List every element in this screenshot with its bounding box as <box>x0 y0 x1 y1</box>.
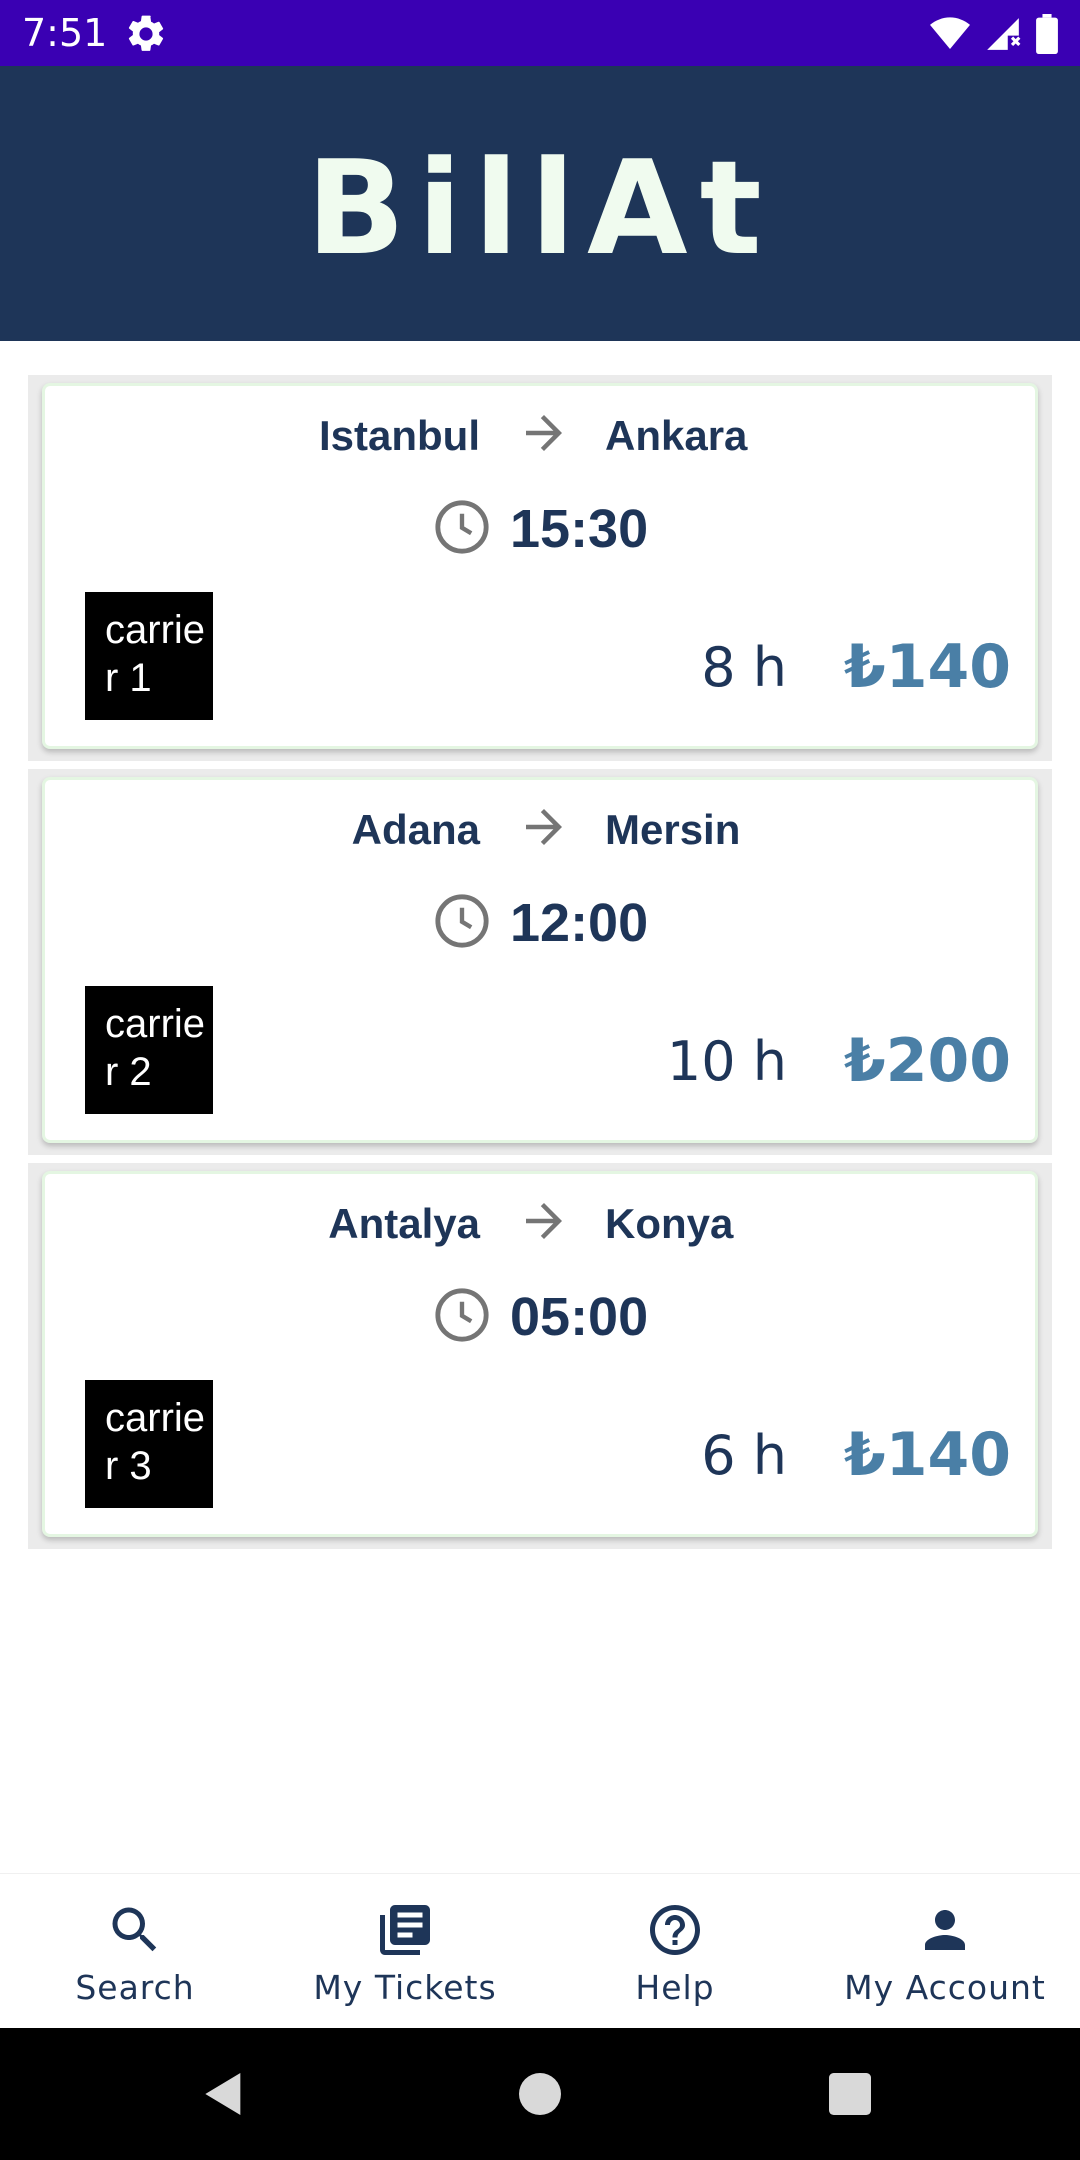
departure-time: 15:30 <box>510 499 649 559</box>
help-icon <box>650 1905 700 1955</box>
route: Adana Mersin <box>45 800 1035 860</box>
origin-city: Antalya <box>328 1200 480 1247</box>
arrow-right-icon <box>526 1203 562 1239</box>
trip-card[interactable]: Antalya Konya 05:00 carrier 3 6 h ₺140 <box>28 1163 1052 1549</box>
search-icon <box>112 1907 157 1952</box>
route: Istanbul Ankara <box>45 406 1035 466</box>
arrow-right-icon <box>526 415 562 451</box>
trip-price: ₺140 <box>844 1420 1011 1490</box>
nav-item-my-tickets[interactable]: My Tickets <box>270 1874 540 2028</box>
battery-icon <box>1036 14 1058 54</box>
route: Antalya Konya <box>45 1194 1035 1254</box>
nav-label-my-account: My Account <box>844 1968 1046 2007</box>
departure-time: 05:00 <box>510 1287 649 1347</box>
status-icons <box>930 12 1058 56</box>
system-navigation-bar <box>0 2028 1080 2160</box>
carrier-logo: carrier 2 <box>85 986 213 1114</box>
clock-icon <box>435 500 489 554</box>
recents-icon[interactable] <box>822 2066 878 2122</box>
origin-city: Adana <box>351 806 480 853</box>
departure-time: 12:00 <box>510 893 649 953</box>
status-time: 7:51 <box>22 11 108 55</box>
trip-duration: 6 h <box>701 1424 787 1487</box>
nav-item-help[interactable]: Help <box>540 1874 810 2028</box>
trip-card-body[interactable]: Istanbul Ankara 15:30 carrier 1 8 h ₺140 <box>42 383 1038 749</box>
clock-icon <box>435 894 489 948</box>
tickets-icon <box>380 1905 430 1955</box>
nav-label-search: Search <box>75 1968 195 2007</box>
app-title: BillAt <box>306 131 774 284</box>
destination-city: Mersin <box>605 806 741 853</box>
trip-card-body[interactable]: Antalya Konya 05:00 carrier 3 6 h ₺140 <box>42 1171 1038 1537</box>
status-bar: 7:51 <box>0 0 1080 66</box>
wifi-icon <box>930 17 970 49</box>
account-icon <box>925 1910 965 1950</box>
nav-label-help: Help <box>635 1968 715 2007</box>
trip-card[interactable]: Adana Mersin 12:00 carrier 2 10 h ₺200 <box>28 769 1052 1155</box>
bottom-navigation: Search My Tickets Help My Account <box>0 1873 1080 2028</box>
nav-label-my-tickets: My Tickets <box>313 1968 497 2007</box>
trip-price: ₺140 <box>844 632 1011 702</box>
trip-price: ₺200 <box>844 1026 1011 1096</box>
clock-icon <box>435 1288 489 1342</box>
settings-gear-icon <box>128 15 164 51</box>
destination-city: Ankara <box>605 412 748 459</box>
departure-row: 05:00 <box>45 1282 1035 1352</box>
trip-card-body[interactable]: Adana Mersin 12:00 carrier 2 10 h ₺200 <box>42 777 1038 1143</box>
signal-icon <box>987 18 1021 50</box>
nav-item-my-account[interactable]: My Account <box>810 1874 1080 2028</box>
departure-row: 15:30 <box>45 494 1035 564</box>
destination-city: Konya <box>605 1200 734 1247</box>
app-bar: BillAt <box>0 66 1080 341</box>
trip-duration: 8 h <box>701 636 787 699</box>
carrier-logo: carrier 1 <box>85 592 213 720</box>
carrier-logo: carrier 3 <box>85 1380 213 1508</box>
trip-card[interactable]: Istanbul Ankara 15:30 carrier 1 8 h ₺140 <box>28 375 1052 761</box>
home-icon[interactable] <box>512 2066 568 2122</box>
origin-city: Istanbul <box>318 412 480 459</box>
trip-duration: 10 h <box>666 1030 787 1093</box>
nav-item-search[interactable]: Search <box>0 1874 270 2028</box>
departure-row: 12:00 <box>45 888 1035 958</box>
back-icon[interactable] <box>196 2066 252 2122</box>
arrow-right-icon <box>526 809 562 845</box>
